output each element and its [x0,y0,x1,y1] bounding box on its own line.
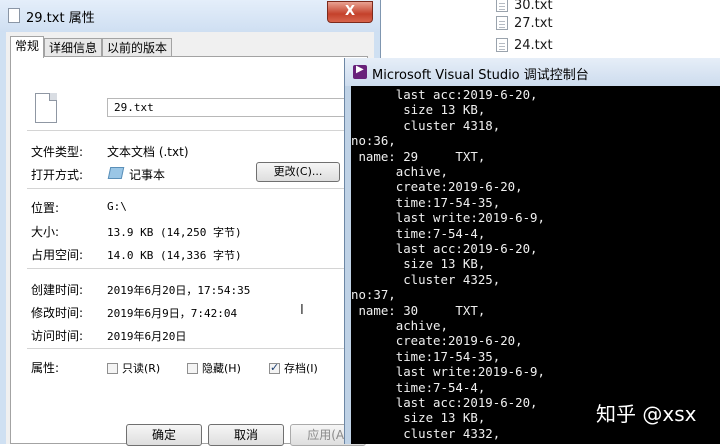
text-file-icon [496,38,508,52]
tab-previous-versions[interactable]: 以前的版本 [102,38,173,57]
file-type-value: 文本文档 (.txt) [107,145,189,159]
console-line: time:17-54-35, [351,348,501,364]
console-line: name: 30 TXT, [351,302,486,318]
tab-general[interactable]: 常规 [10,36,45,58]
file-name-input[interactable]: 29.txt [107,98,361,117]
attributes-label: 属性: [31,361,60,375]
file-name: 30.txt [514,0,553,13]
location-value: G:\ [107,200,127,213]
change-button[interactable]: 更改(C)... [256,162,340,182]
accessed-label: 访问时间: [31,329,84,343]
console-line: time:17-54-35, [351,194,501,210]
text-file-icon [496,16,508,30]
divider [27,130,357,131]
console-line: last write:2019-6-9, [351,364,545,380]
console-line: no:37, [351,287,396,303]
hidden-checkbox[interactable]: 隐藏(H) [187,360,241,376]
console-line: last acc:2019-6-20, [351,241,538,256]
dialog-titlebar[interactable]: 29.txt 属性 X [0,0,380,32]
file-item[interactable]: 27.txt [496,14,553,32]
divider [27,348,357,349]
checkbox-box[interactable] [269,361,280,374]
console-title: Microsoft Visual Studio 调试控制台 [372,68,589,83]
archive-checkbox[interactable]: 存档(I) [269,360,318,376]
console-line: create:2019-6-20, [351,333,523,349]
console-line: name: 29 TXT, [351,148,486,164]
text-file-icon [35,93,57,123]
watermark: 知乎 @xsx [596,402,697,426]
divider [27,188,357,189]
size-on-disk-value: 14.0 KB (14,336 字节) [107,249,242,262]
console-line: last write:2019-6-9, [351,210,545,226]
general-tab-panel: 29.txt 文件类型: 文本文档 (.txt) 打开方式: 记事本 更改(C)… [10,56,368,444]
file-item[interactable]: 24.txt [496,36,553,54]
dialog-title: 29.txt 属性 [26,11,95,26]
file-type-label: 文件类型: [31,145,84,159]
file-item[interactable]: 30.txt [496,0,553,14]
console-line: time:7-54-4, [351,225,486,241]
file-name: 27.txt [514,15,553,31]
debug-console-window: Microsoft Visual Studio 调试控制台 last acc:2… [344,58,720,444]
readonly-checkbox[interactable]: 只读(R) [107,360,160,376]
console-line: last acc:2019-6-20, [351,87,538,102]
checkbox-label: 隐藏(H) [202,362,241,375]
open-with-label: 打开方式: [31,168,84,182]
modified-label: 修改时间: [31,306,84,320]
tab-details[interactable]: 详细信息 [44,38,103,57]
created-value: 2019年6月20日，17:54:35 [107,284,251,297]
console-output[interactable]: last acc:2019-6-20, size 13 KB, cluster … [351,86,720,444]
checkbox-box[interactable] [107,362,118,374]
visual-studio-icon [353,64,367,79]
console-line: no:36, [351,133,396,149]
console-line: cluster 4318, [351,117,501,133]
checkbox-label: 存档(I) [284,362,318,375]
checkbox-label: 只读(R) [122,362,161,375]
text-file-icon [496,0,508,12]
explorer-file-list: 30.txt 27.txt 24.txt [496,0,720,60]
accessed-value: 2019年6月20日 [107,330,187,343]
console-line: cluster 4325, [351,271,501,287]
console-line: size 13 KB, [351,410,486,426]
console-line: achive, [351,164,448,179]
text-cursor-icon: I [300,303,304,318]
console-titlebar[interactable]: Microsoft Visual Studio 调试控制台 [345,58,720,86]
console-line: achive, [351,318,448,333]
close-button[interactable]: X [327,1,373,23]
console-line: last acc:2019-6-20, [351,395,538,410]
console-line: cluster 4332, [351,425,501,441]
location-label: 位置: [31,201,60,215]
checkbox-box[interactable] [187,362,198,374]
tab-strip: 常规 详细信息 以前的版本 [10,36,173,58]
file-name: 24.txt [514,37,553,53]
notepad-icon [107,167,125,179]
properties-dialog: 29.txt 属性 X 常规 详细信息 以前的版本 29.txt 文件类型: 文… [0,0,381,446]
size-value: 13.9 KB (14,250 字节) [107,226,242,239]
size-label: 大小: [31,225,60,239]
size-on-disk-label: 占用空间: [31,248,84,262]
console-line: size 13 KB, [351,256,486,272]
cancel-button[interactable]: 取消 [208,424,284,446]
divider [27,268,357,269]
open-with-value: 记事本 [129,168,166,182]
console-line: size 13 KB, [351,102,486,118]
ok-button[interactable]: 确定 [126,424,202,446]
console-line: create:2019-6-20, [351,179,523,195]
console-line: time:7-54-4, [351,379,486,395]
modified-value: 2019年6月9日，7:42:04 [107,307,238,320]
text-file-icon [8,8,20,23]
dialog-body: 常规 详细信息 以前的版本 29.txt 文件类型: 文本文档 (.txt) 打… [6,32,374,444]
created-label: 创建时间: [31,283,84,297]
